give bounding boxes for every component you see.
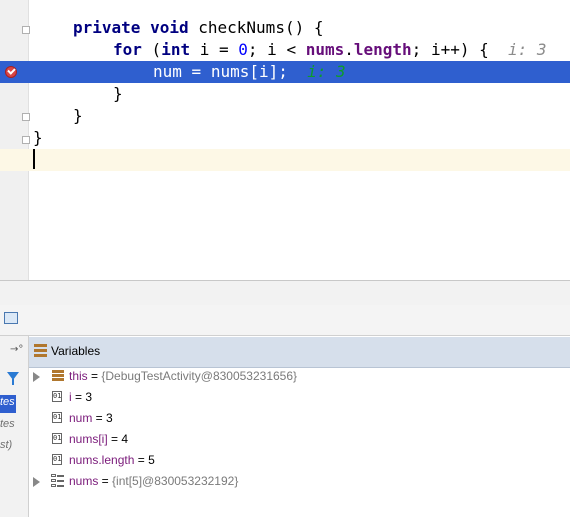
variable-equals: = xyxy=(98,474,113,488)
code-line-1[interactable]: private void checkNums() { xyxy=(0,17,570,39)
closing-brace: } xyxy=(73,106,83,125)
primitive-icon: 01 xyxy=(52,391,62,402)
variable-equals: = xyxy=(87,369,102,383)
current-caret-line[interactable] xyxy=(0,149,570,171)
inline-value-hint: i: 3 xyxy=(307,62,346,81)
keyword-for: for xyxy=(113,40,142,59)
frame-label: tes xyxy=(0,396,15,408)
variables-title: Variables xyxy=(51,344,101,358)
keyword-int: int xyxy=(161,40,191,59)
code-line-2[interactable]: for (int i = 0; i < nums.length; i++) { … xyxy=(0,39,570,61)
panel-splitter[interactable] xyxy=(0,280,570,306)
primitive-icon: 01 xyxy=(52,454,62,465)
variable-name: nums[i] xyxy=(69,432,108,446)
variable-equals: = xyxy=(107,432,122,446)
variable-equals: = xyxy=(71,390,86,404)
variable-value: 4 xyxy=(121,432,129,446)
variable-name: nums.length xyxy=(69,453,135,467)
code-editor[interactable]: private void checkNums() { for (int i = … xyxy=(0,0,570,280)
selected-frame[interactable]: tes xyxy=(0,395,16,413)
variables-icon xyxy=(34,344,47,357)
breakpoint-icon[interactable] xyxy=(5,66,17,78)
variable-name: nums xyxy=(69,474,99,488)
code-text: ; i++) { xyxy=(411,40,489,59)
text-caret xyxy=(33,149,35,169)
fold-marker[interactable] xyxy=(22,113,30,121)
filter-icon[interactable] xyxy=(7,372,19,385)
code-text: ; i < xyxy=(247,40,306,59)
paren: ( xyxy=(151,40,162,59)
variable-value: 3 xyxy=(106,411,113,425)
fold-marker[interactable] xyxy=(22,136,30,144)
code-text: i xyxy=(258,62,269,81)
keyword-void: void xyxy=(150,18,189,37)
keyword-private: private xyxy=(73,18,141,37)
frame-label[interactable]: st) xyxy=(0,439,28,451)
variable-value: {int[5]@830053232192} xyxy=(112,474,239,488)
object-icon xyxy=(52,370,64,382)
fold-marker[interactable] xyxy=(22,26,30,34)
primitive-icon: 01 xyxy=(52,433,62,444)
frames-tab-icon[interactable] xyxy=(4,312,18,324)
variable-equals: = xyxy=(92,411,107,425)
variable-value: 3 xyxy=(85,390,93,404)
code-text: = xyxy=(181,62,211,81)
inline-value-hint: i: 3 xyxy=(508,40,547,59)
number-literal: 0 xyxy=(238,40,248,59)
code-text: i = xyxy=(199,40,239,59)
field-nums: nums xyxy=(305,40,345,59)
code-text: ]; xyxy=(268,62,288,81)
method-signature: checkNums() { xyxy=(198,18,324,37)
variable-value: 5 xyxy=(148,453,155,467)
closing-brace: } xyxy=(113,84,123,103)
code-text: . xyxy=(344,40,354,59)
field-length: length xyxy=(353,40,412,59)
closing-brace: } xyxy=(33,128,43,147)
variable-equals: = xyxy=(134,453,149,467)
expand-arrow-icon[interactable] xyxy=(33,372,40,382)
execution-point-line[interactable]: num = nums[i]; i: 3 xyxy=(0,61,570,83)
variable-num: num xyxy=(153,62,182,81)
primitive-icon: 01 xyxy=(52,412,62,423)
code-line-4[interactable]: } xyxy=(0,83,570,105)
code-line-6[interactable]: } xyxy=(0,127,570,149)
expand-arrow-icon[interactable] xyxy=(33,477,40,487)
array-icon xyxy=(51,474,64,488)
debug-toolbar xyxy=(0,305,570,336)
variable-name: num xyxy=(69,411,93,425)
variable-value: {DebugTestActivity@830053231656} xyxy=(101,369,298,383)
code-line-5[interactable]: } xyxy=(0,105,570,127)
variable-nums: nums xyxy=(210,62,250,81)
variable-name: this xyxy=(69,369,88,383)
code-text: [ xyxy=(249,62,259,81)
frame-label[interactable]: tes xyxy=(0,418,28,430)
restore-layout-icon[interactable]: →° xyxy=(10,344,23,355)
